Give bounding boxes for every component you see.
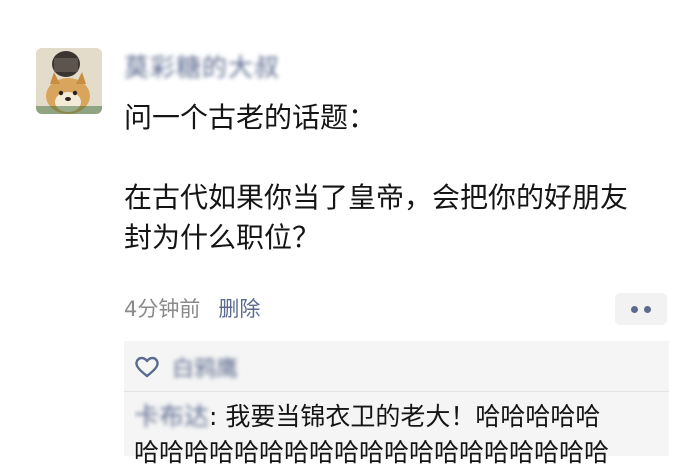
post-meta: 4分钟前 删除 bbox=[124, 294, 260, 324]
post-time: 4分钟前 bbox=[124, 297, 201, 321]
dog-avatar-icon bbox=[36, 48, 102, 114]
post-line: 问一个古老的话题： bbox=[124, 101, 377, 134]
commenter-name[interactable]: 卡布达 bbox=[134, 402, 209, 431]
more-dot-icon bbox=[631, 305, 638, 313]
post-line: 在古代如果你当了皇帝，会把你的好朋友 bbox=[124, 181, 629, 214]
post-line: 封为什么职位？ bbox=[124, 221, 321, 254]
post-content: 问一个古老的话题： 在古代如果你当了皇帝，会把你的好朋友 封为什么职位？ bbox=[124, 98, 664, 258]
comment-second-line: 哈哈哈哈哈哈哈哈哈哈哈哈哈哈哈哈哈哈哈 bbox=[134, 438, 610, 467]
comments-panel: 白鸦鹰 卡布达: 我要当锦衣卫的老大！哈哈哈哈哈 哈哈哈哈哈哈哈哈哈哈哈哈哈哈哈… bbox=[124, 341, 669, 467]
divider bbox=[124, 391, 669, 392]
likers-names[interactable]: 白鸦鹰 bbox=[172, 351, 238, 383]
more-actions-button[interactable] bbox=[615, 293, 667, 325]
avatar[interactable] bbox=[36, 48, 102, 114]
more-dot-icon bbox=[644, 305, 651, 313]
post-author-name[interactable]: 莫彩糖的大叔 bbox=[124, 52, 280, 84]
heart-icon bbox=[135, 356, 159, 378]
comment-item[interactable]: 卡布达: 我要当锦衣卫的老大！哈哈哈哈哈 哈哈哈哈哈哈哈哈哈哈哈哈哈哈哈哈哈哈哈 bbox=[134, 399, 664, 471]
delete-link[interactable]: 删除 bbox=[218, 297, 260, 321]
comment-text: 我要当锦衣卫的老大！哈哈哈哈哈 bbox=[217, 402, 601, 431]
comment-first-line: 卡布达: 我要当锦衣卫的老大！哈哈哈哈哈 bbox=[134, 399, 664, 435]
likes-row: 白鸦鹰 bbox=[134, 351, 238, 383]
